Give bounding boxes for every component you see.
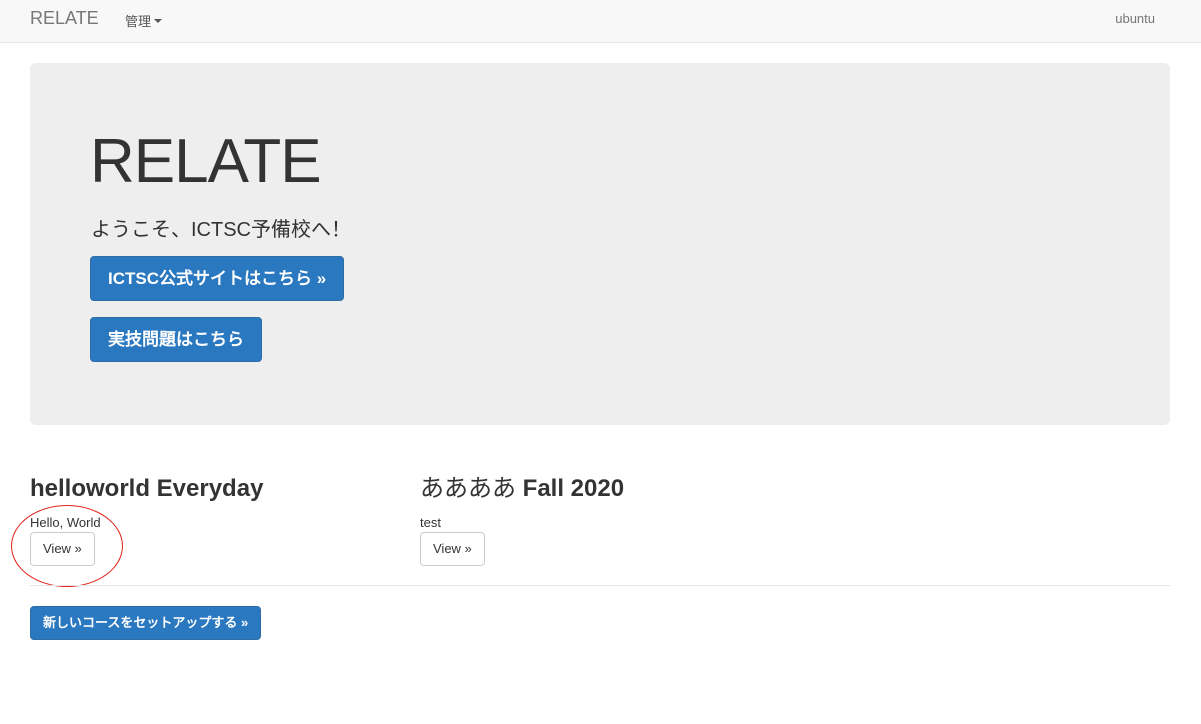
setup-course-button[interactable]: 新しいコースをセットアップする » <box>30 606 262 640</box>
course-description: Hello, World <box>30 515 101 530</box>
official-site-button[interactable]: ICTSC公式サイトはこちら » <box>90 256 345 301</box>
course-card: ああああ Fall 2020 test View » <box>420 475 780 566</box>
course-title: ああああ Fall 2020 <box>420 475 780 503</box>
practice-problems-button[interactable]: 実技問題はこちら <box>90 317 262 362</box>
divider <box>30 585 1170 586</box>
welcome-jumbotron: RELATE ようこそ、ICTSC予備校へ！ ICTSC公式サイトはこちら » … <box>30 63 1170 425</box>
course-description: test <box>420 515 441 530</box>
admin-dropdown-label: 管理 <box>125 14 152 29</box>
course-title-prefix: ああああ <box>420 475 516 502</box>
course-title-suffix: Fall 2020 <box>522 475 625 502</box>
welcome-subtitle: ようこそ、ICTSC予備校へ！ <box>91 219 351 241</box>
user-menu[interactable]: ubuntu <box>1115 11 1155 26</box>
admin-dropdown[interactable]: 管理 <box>125 11 163 30</box>
brand-link[interactable]: RELATE <box>30 8 99 29</box>
top-navbar: RELATE 管理 ubuntu <box>0 0 1201 43</box>
caret-down-icon <box>154 18 163 23</box>
course-title-text: helloworld Everyday <box>30 475 264 502</box>
course-title: helloworld Everyday <box>30 475 390 503</box>
view-course-button[interactable]: View » <box>420 532 485 566</box>
course-card: helloworld Everyday Hello, World View » <box>30 475 390 566</box>
page-title: RELATE <box>90 127 322 196</box>
view-course-button[interactable]: View » <box>30 532 95 566</box>
